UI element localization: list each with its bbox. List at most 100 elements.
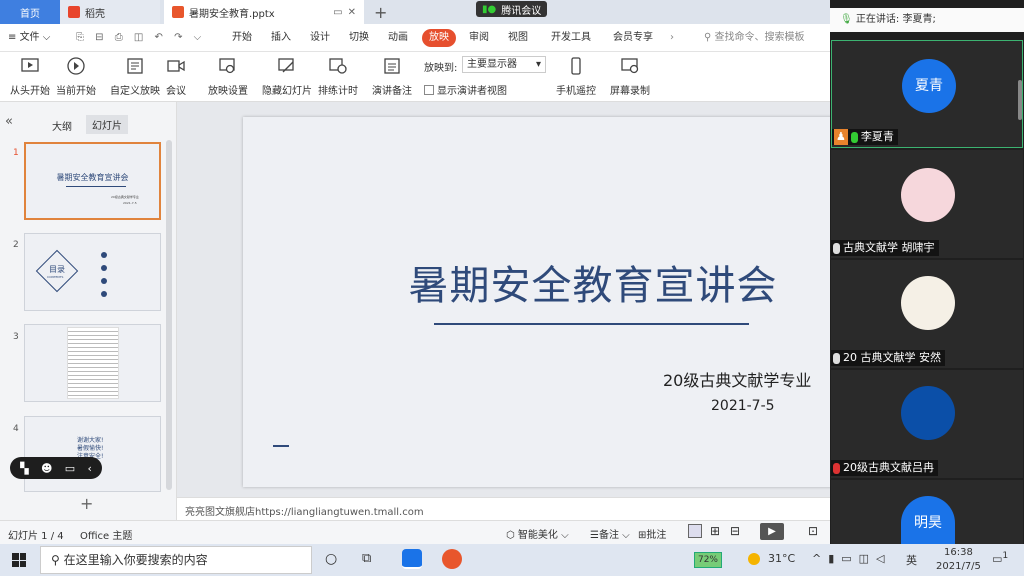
from-start-label: 从头开始 bbox=[10, 86, 50, 97]
custom-show-label: 自定义放映 bbox=[110, 86, 160, 97]
sorter-view-icon[interactable]: ⊞ bbox=[710, 524, 720, 538]
windows-start-icon[interactable] bbox=[12, 553, 26, 567]
slides-tab[interactable]: 幻灯片 bbox=[86, 115, 128, 134]
rehearse-button[interactable]: 排练计时 bbox=[318, 56, 358, 97]
from-current-button[interactable]: 当前开始 bbox=[56, 56, 96, 97]
menu-design[interactable]: 设计 bbox=[310, 24, 330, 52]
play-to-select[interactable]: 主要显示器 ▾ bbox=[462, 56, 546, 73]
play-slideshow-icon[interactable]: ▶ bbox=[760, 523, 784, 540]
add-slide-button[interactable]: + bbox=[80, 494, 93, 513]
meeting-panel: 🎙 正在讲话: 李夏青; 夏青 ♟ 李夏青 古典文献学 胡啸宇 20 古典文献学 … bbox=[830, 0, 1024, 544]
participant-name: 20 古典文献学 安然 bbox=[843, 351, 941, 364]
menu-start[interactable]: 开始 bbox=[232, 24, 252, 52]
tab-bar: 首页 稻壳 暑期安全教育.pptx ▭ ✕ + ▮● 腾讯会议 bbox=[0, 0, 830, 24]
menu-animation[interactable]: 动画 bbox=[388, 24, 408, 52]
notes-toggle-button[interactable]: ☰备注 ⌵ bbox=[590, 526, 630, 541]
command-search[interactable]: ⚲ 查找命令、搜索模板 bbox=[704, 24, 805, 52]
tab-close-icon[interactable]: ✕ bbox=[348, 7, 356, 18]
menu-slideshow[interactable]: 放映 bbox=[422, 29, 456, 47]
presenter-notes-button[interactable]: 演讲备注 bbox=[372, 56, 412, 97]
participant-tile[interactable]: 古典文献学 胡啸宇 bbox=[831, 150, 1023, 258]
current-slide[interactable]: 暑期安全教育宣讲会 20级古典文献学专业 2021-7-5 bbox=[243, 117, 833, 487]
clock[interactable]: 16:38 2021/7/5 bbox=[936, 546, 981, 574]
smart-beautify-button[interactable]: ⬡ 智能美化 ⌵ bbox=[506, 526, 569, 541]
participant-name: 古典文献学 胡啸宇 bbox=[843, 241, 935, 254]
tab-restore-icon[interactable]: ▭ bbox=[333, 7, 342, 18]
theme-name: Office 主题 bbox=[80, 531, 133, 542]
presenter-view-label: 显示演讲者视图 bbox=[437, 86, 507, 97]
slide-thumb-4[interactable]: 谢谢大家!暑假愉快!注意安全! bbox=[24, 416, 161, 492]
thumb4-line: 谢谢大家! bbox=[77, 437, 104, 444]
new-tab-button[interactable]: + bbox=[366, 0, 395, 24]
custom-show-icon bbox=[127, 58, 143, 74]
speaking-mic-icon: 🎙 bbox=[840, 14, 853, 25]
tab-file[interactable]: 暑期安全教育.pptx ▭ ✕ bbox=[164, 0, 364, 24]
notes-pane[interactable]: 亮亮图文旗舰店https://liangliangtuwen.tmall.com bbox=[177, 497, 830, 520]
notes-text: 亮亮图文旗舰店https://liangliangtuwen.tmall.com bbox=[185, 507, 424, 518]
system-tray-icons[interactable]: ^▮▭◫◁ bbox=[812, 552, 892, 565]
slide-thumb-1[interactable]: 暑期安全教育宣讲会 20级古典文献学专业 2021-7-5 bbox=[24, 142, 161, 220]
meeting-scrollbar[interactable] bbox=[1018, 80, 1022, 120]
tencent-meeting-badge[interactable]: ▮● 腾讯会议 bbox=[476, 1, 548, 17]
meeting-label: 会议 bbox=[166, 86, 186, 97]
status-bar: 幻灯片 1 / 4 Office 主题 ⬡ 智能美化 ⌵ ☰备注 ⌵ ⊞批注 ⊞… bbox=[0, 520, 830, 544]
members-icon[interactable]: ▚ bbox=[20, 462, 28, 475]
slide-number: 1 bbox=[13, 148, 19, 158]
collapse-panel-icon[interactable]: « bbox=[5, 114, 13, 129]
quick-access-toolbar[interactable]: ⎘ ⊟ ⎙ ◫ ↶ ↷ ⌵ bbox=[76, 24, 205, 52]
menu-review[interactable]: 审阅 bbox=[469, 24, 489, 52]
thumb1-date: 2021-7-5 bbox=[123, 201, 137, 205]
normal-view-icon[interactable] bbox=[688, 524, 702, 538]
menu-member[interactable]: 会员专享 bbox=[613, 24, 653, 52]
notification-icon[interactable]: ▭1 bbox=[992, 550, 1008, 566]
outline-tab[interactable]: 大纲 bbox=[52, 118, 72, 133]
chat-icon[interactable]: ▭ bbox=[65, 462, 75, 475]
participant-tile[interactable]: 20级古典文献吕冉 bbox=[831, 370, 1023, 478]
hide-slide-button[interactable]: 隐藏幻灯片 bbox=[262, 56, 312, 97]
comments-button[interactable]: ⊞批注 bbox=[638, 526, 666, 541]
tab-daoke[interactable]: 稻壳 bbox=[60, 0, 160, 24]
thumb-scrollbar[interactable] bbox=[166, 140, 172, 490]
battery-widget[interactable]: 72% bbox=[694, 552, 722, 568]
tab-home[interactable]: 首页 bbox=[0, 0, 60, 24]
menu-insert[interactable]: 插入 bbox=[271, 24, 291, 52]
slide-thumb-3[interactable] bbox=[24, 324, 161, 402]
file-menu[interactable]: ≡ 文件 ⌵ bbox=[8, 24, 50, 52]
meeting-button[interactable]: 会议 bbox=[166, 56, 186, 97]
slide-number: 4 bbox=[13, 424, 19, 434]
presenter-view-checkbox[interactable]: 显示演讲者视图 bbox=[424, 82, 507, 97]
from-start-button[interactable]: 从头开始 bbox=[10, 56, 50, 97]
menu-more-icon[interactable]: › bbox=[670, 24, 674, 52]
weather-sun-icon bbox=[748, 553, 760, 565]
play-circle-icon bbox=[67, 57, 85, 75]
slide-thumb-2[interactable]: 目录 CONTENTS bbox=[24, 233, 161, 311]
reading-view-icon[interactable]: ⊟ bbox=[730, 524, 740, 538]
show-settings-button[interactable]: 放映设置 bbox=[208, 56, 248, 97]
avatar bbox=[901, 386, 955, 440]
menu-developer[interactable]: 开发工具 bbox=[551, 24, 591, 52]
slide-date: 2021-7-5 bbox=[711, 398, 775, 414]
participant-tile[interactable]: 20 古典文献学 安然 bbox=[831, 260, 1023, 368]
emoji-icon[interactable]: ☻ bbox=[41, 462, 52, 475]
mic-icon bbox=[833, 352, 840, 364]
cortana-icon[interactable]: ○ bbox=[325, 551, 337, 567]
tencent-meeting-app-icon[interactable] bbox=[402, 549, 422, 569]
custom-show-button[interactable]: 自定义放映 bbox=[110, 56, 160, 97]
taskbar-search[interactable]: ⚲ 在这里输入你要搜索的内容 bbox=[40, 546, 312, 574]
menu-view[interactable]: 视图 bbox=[508, 24, 528, 52]
mic-muted-icon bbox=[833, 462, 840, 474]
chevron-left-icon[interactable]: ‹ bbox=[87, 462, 91, 475]
slide-count: 幻灯片 1 / 4 bbox=[8, 531, 64, 542]
participant-tile[interactable]: 夏青 ♟ 李夏青 bbox=[831, 40, 1023, 148]
fit-window-icon[interactable]: ⊡ bbox=[808, 524, 818, 538]
weather-temp[interactable]: 31°C bbox=[768, 552, 795, 565]
wps-app-icon[interactable] bbox=[442, 549, 462, 569]
menu-transition[interactable]: 切换 bbox=[349, 24, 369, 52]
avatar bbox=[901, 168, 955, 222]
participant-tile[interactable]: 明昊 bbox=[831, 480, 1023, 544]
floating-toolbar: ▚ ☻ ▭ ‹ bbox=[10, 457, 102, 479]
phone-remote-button[interactable]: 手机遥控 bbox=[556, 56, 596, 97]
ime-indicator[interactable]: 英 bbox=[906, 552, 917, 568]
screen-record-button[interactable]: 屏幕录制 bbox=[610, 56, 650, 97]
task-view-icon[interactable]: ⧉ bbox=[362, 551, 371, 566]
